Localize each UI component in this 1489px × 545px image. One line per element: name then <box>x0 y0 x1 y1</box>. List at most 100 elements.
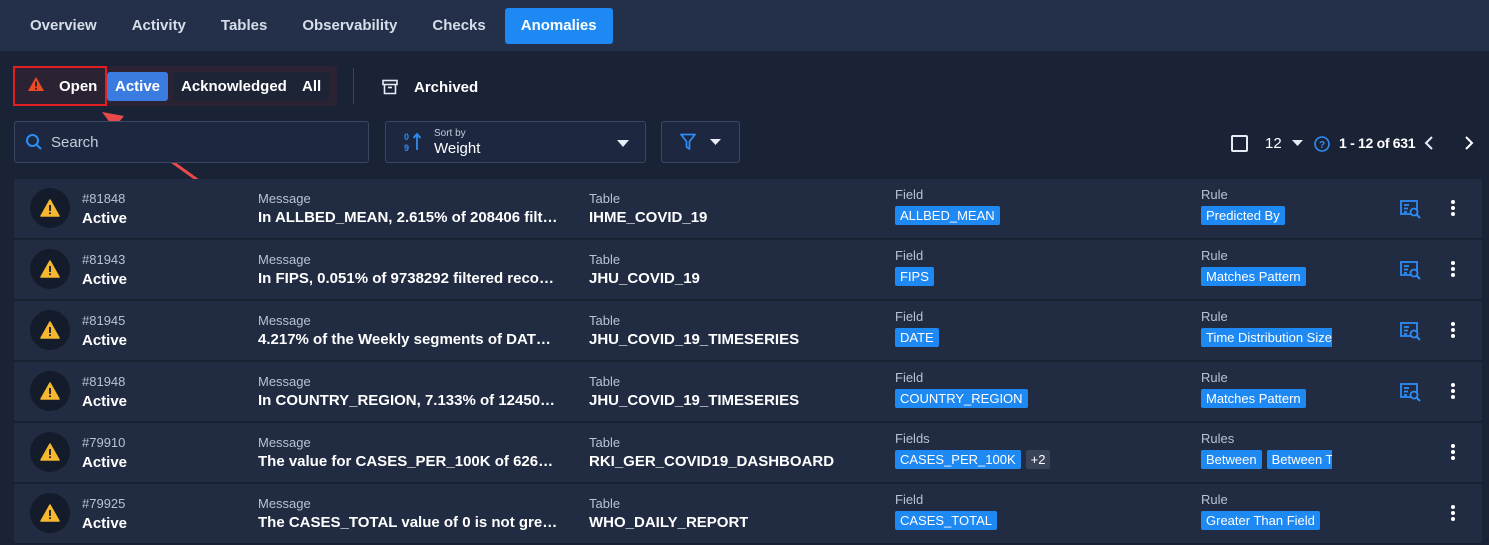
rule-chip[interactable]: Matches Pattern <box>1201 389 1306 408</box>
table-label: Table <box>589 435 621 450</box>
archived-button[interactable]: Archived <box>382 74 478 100</box>
field-chip[interactable]: CASES_TOTAL <box>895 511 997 530</box>
divider <box>353 68 354 104</box>
filter-button[interactable] <box>661 121 740 163</box>
tab-observability[interactable]: Observability <box>286 8 413 44</box>
field-chip[interactable]: CASES_PER_100K <box>895 450 1021 469</box>
rule-chips: BetweenBetween Times <box>1201 450 1332 469</box>
field-chips: COUNTRY_REGION <box>895 389 1033 408</box>
field-label: Field <box>895 248 924 263</box>
rule-label: Rule <box>1201 187 1228 202</box>
anomaly-row[interactable]: #81943 Active Message In FIPS, 0.051% of… <box>14 240 1482 300</box>
rule-chip[interactable]: Predicted By <box>1201 206 1285 225</box>
tab-tables[interactable]: Tables <box>205 8 283 44</box>
help-icon[interactable]: ? <box>1314 136 1330 152</box>
warning-icon <box>30 371 70 411</box>
anomaly-message: In COUNTRY_REGION, 7.133% of 12450699 fi… <box>258 392 559 409</box>
field-chip[interactable]: ALLBED_MEAN <box>895 206 1000 225</box>
tab-overview[interactable]: Overview <box>14 8 113 44</box>
more-options-icon[interactable] <box>1450 443 1456 466</box>
rule-chips: Time Distribution Size <box>1201 328 1332 347</box>
search-input[interactable] <box>51 133 351 151</box>
rule-chip[interactable]: Matches Pattern <box>1201 267 1306 286</box>
anomaly-status: Active <box>82 454 128 471</box>
rule-chip[interactable]: Between Times <box>1266 450 1332 469</box>
active-filter-button[interactable]: Active <box>107 72 169 101</box>
anomaly-status: Active <box>82 210 128 227</box>
acknowledged-filter-button[interactable]: Acknowledged <box>173 72 295 101</box>
anomaly-message: The CASES_TOTAL value of 0 is not greate… <box>258 514 559 531</box>
rule-label: Rule <box>1201 492 1228 507</box>
table-label: Table <box>589 313 621 328</box>
anomaly-table[interactable]: JHU_COVID_19_TIMESERIES <box>589 392 799 409</box>
svg-text:?: ? <box>1319 140 1325 151</box>
field-chips: DATE <box>895 328 944 347</box>
inspect-icon[interactable] <box>1400 261 1422 286</box>
inspect-icon[interactable] <box>1400 383 1422 408</box>
anomaly-status: Active <box>82 271 128 288</box>
anomaly-row[interactable]: #79925 Active Message The CASES_TOTAL va… <box>14 484 1482 544</box>
chevron-down-icon <box>710 139 721 145</box>
rule-label: Rule <box>1201 370 1228 385</box>
field-label: Field <box>895 309 924 324</box>
more-options-icon[interactable] <box>1450 260 1456 283</box>
table-label: Table <box>589 191 621 206</box>
anomaly-id: #81943 <box>82 252 126 267</box>
open-filter-button[interactable]: Open <box>13 66 107 106</box>
chevron-down-icon <box>617 140 629 147</box>
anomaly-table[interactable]: WHO_DAILY_REPORT <box>589 514 748 531</box>
field-chip[interactable]: COUNTRY_REGION <box>895 389 1028 408</box>
archived-label: Archived <box>414 78 479 96</box>
anomaly-message: In FIPS, 0.051% of 9738292 filtered reco… <box>258 270 559 287</box>
field-chip[interactable]: FIPS <box>895 267 934 286</box>
table-label: Table <box>589 252 621 267</box>
search-icon <box>26 134 42 150</box>
anomaly-row[interactable]: #81945 Active Message 4.217% of the Week… <box>14 301 1482 361</box>
field-chips: CASES_PER_100K +2 <box>895 450 1055 469</box>
tab-activity[interactable]: Activity <box>116 8 202 44</box>
pagination-range: 1 - 12 of 631 <box>1339 135 1416 151</box>
message-label: Message <box>258 374 311 389</box>
select-all-checkbox[interactable] <box>1231 135 1248 152</box>
tab-anomalies[interactable]: Anomalies <box>504 7 613 44</box>
anomaly-table[interactable]: RKI_GER_COVID19_DASHBOARD <box>589 453 834 470</box>
tab-checks[interactable]: Checks <box>416 8 501 44</box>
anomaly-id: #79925 <box>82 496 126 511</box>
anomaly-status: Active <box>82 332 128 349</box>
svg-text:9: 9 <box>404 143 409 153</box>
rule-chips: Greater Than Field <box>1201 511 1332 530</box>
all-filter-button[interactable]: All <box>294 72 330 101</box>
rule-chip[interactable]: Between <box>1201 450 1262 469</box>
anomaly-row[interactable]: #81948 Active Message In COUNTRY_REGION,… <box>14 362 1482 422</box>
anomaly-row[interactable]: #79910 Active Message The value for CASE… <box>14 423 1482 483</box>
inspect-icon[interactable] <box>1400 322 1422 347</box>
anomaly-table[interactable]: JHU_COVID_19_TIMESERIES <box>589 331 799 348</box>
funnel-icon <box>680 133 696 150</box>
rule-chip[interactable]: Time Distribution Size <box>1201 328 1332 347</box>
more-options-icon[interactable] <box>1450 321 1456 344</box>
rule-chip[interactable]: Greater Than Field <box>1201 511 1320 530</box>
field-chip[interactable]: DATE <box>895 328 939 347</box>
search-box[interactable] <box>14 121 369 163</box>
field-label: Field <box>895 492 924 507</box>
sort-by-select[interactable]: 0 9 Sort by Weight <box>385 121 646 163</box>
anomaly-id: #81945 <box>82 313 126 328</box>
anomaly-message: The value for CASES_PER_100K of 62697.42… <box>258 453 559 470</box>
anomaly-table[interactable]: IHME_COVID_19 <box>589 209 707 226</box>
more-options-icon[interactable] <box>1450 199 1456 222</box>
anomaly-row[interactable]: #81848 Active Message In ALLBED_MEAN, 2.… <box>14 179 1482 239</box>
sort-value: Weight <box>434 139 481 157</box>
anomaly-table[interactable]: JHU_COVID_19 <box>589 270 700 287</box>
more-options-icon[interactable] <box>1450 504 1456 527</box>
chevron-down-icon[interactable] <box>1292 140 1303 146</box>
field-label: Field <box>895 370 924 385</box>
inspect-icon[interactable] <box>1400 200 1422 225</box>
more-options-icon[interactable] <box>1450 382 1456 405</box>
per-page-value[interactable]: 12 <box>1265 135 1282 152</box>
anomaly-status: Active <box>82 515 128 532</box>
field-label: Field <box>895 187 924 202</box>
more-fields-chip[interactable]: +2 <box>1025 450 1051 469</box>
chevron-right-icon[interactable] <box>1464 136 1474 150</box>
anomaly-id: #81848 <box>82 191 126 206</box>
chevron-left-icon[interactable] <box>1424 136 1434 150</box>
